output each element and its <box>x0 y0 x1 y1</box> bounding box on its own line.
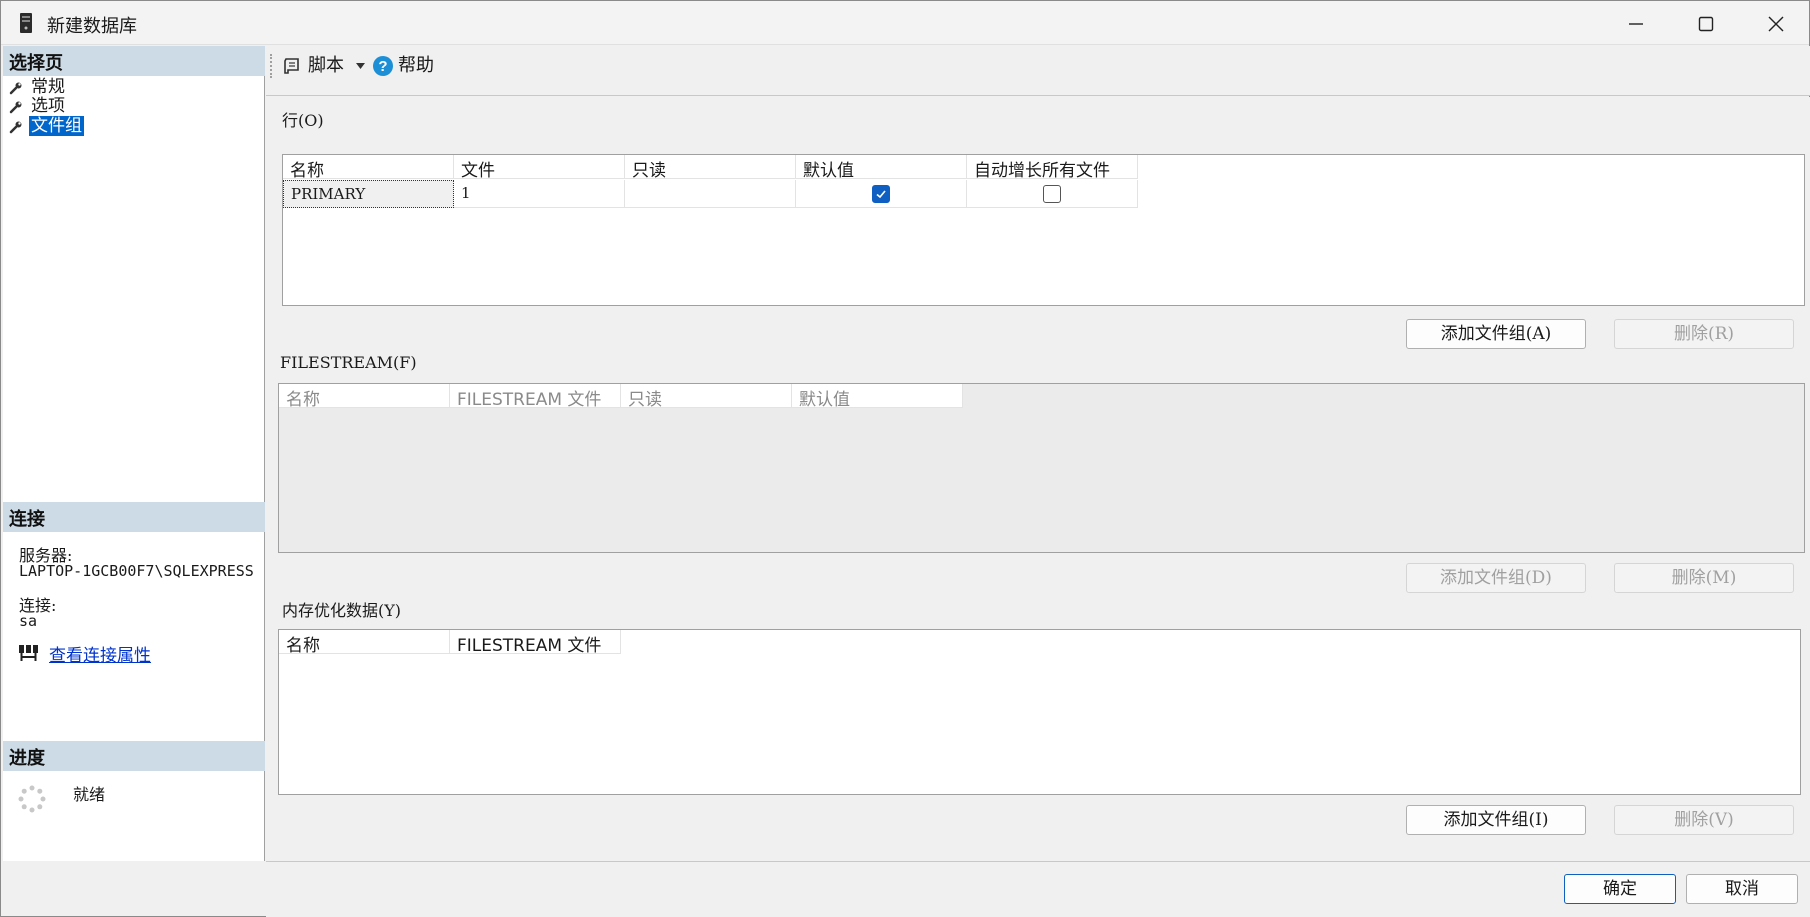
cell-readonly[interactable] <box>625 180 796 208</box>
column-header-name[interactable]: 名称 <box>283 155 454 179</box>
filestream-section-label: FILESTREAM(F) <box>280 353 417 372</box>
add-filegroup-rows-button[interactable]: 添加文件组(A) <box>1406 319 1586 349</box>
minimize-button[interactable] <box>1601 1 1671 45</box>
column-header-readonly[interactable]: 只读 <box>625 155 796 179</box>
close-icon <box>1768 16 1784 32</box>
column-header-default[interactable]: 默认值 <box>796 155 967 179</box>
toolbar: 脚本 ? 帮助 <box>266 46 1810 96</box>
wrench-icon <box>9 101 22 114</box>
page-item-label: 选项 <box>31 96 65 116</box>
remove-filegroup-filestream-button[interactable]: 删除(M) <box>1614 563 1794 593</box>
grid-header: 名称 文件 只读 默认值 自动增长所有文件 <box>283 155 1138 179</box>
svg-text:?: ? <box>378 58 387 75</box>
remove-filegroup-memory-button[interactable]: 删除(V) <box>1614 805 1794 835</box>
connection-header: 连接 <box>3 502 265 532</box>
dialog-footer: 确定 取消 <box>266 861 1810 917</box>
window-title: 新建数据库 <box>47 16 137 37</box>
cell-files[interactable]: 1 <box>454 180 625 208</box>
column-header-filestream-files[interactable]: FILESTREAM 文件 <box>450 384 621 408</box>
table-row[interactable]: PRIMARY 1 <box>283 180 1138 208</box>
memory-optimized-section-label: 内存优化数据(Y) <box>282 601 402 620</box>
connection-value: sa <box>19 612 38 630</box>
column-header-readonly[interactable]: 只读 <box>621 384 792 408</box>
column-header-filestream-files[interactable]: FILESTREAM 文件 <box>450 630 621 654</box>
script-icon <box>284 58 299 74</box>
script-button[interactable]: 脚本 <box>282 52 372 80</box>
progress-header: 进度 <box>3 741 265 771</box>
help-button[interactable]: ? 帮助 <box>372 52 442 80</box>
cell-default <box>796 180 967 208</box>
rows-filegroup-grid[interactable]: 名称 文件 只读 默认值 自动增长所有文件 PRIMARY 1 <box>282 154 1805 306</box>
grid-header: 名称 FILESTREAM 文件 只读 默认值 <box>279 384 963 408</box>
default-checkbox[interactable] <box>872 185 890 203</box>
server-value: LAPTOP-1GCB00F7\SQLEXPRESS <box>19 562 254 580</box>
grid-header: 名称 FILESTREAM 文件 <box>279 630 621 654</box>
view-connection-properties-link[interactable]: 查看连接属性 <box>49 641 151 666</box>
minimize-icon <box>1629 23 1643 25</box>
help-icon: ? <box>373 56 393 76</box>
autogrow-checkbox[interactable] <box>1043 185 1061 203</box>
filestream-filegroup-grid[interactable]: 名称 FILESTREAM 文件 只读 默认值 <box>278 383 1805 553</box>
filegroups-page: 行(O) 名称 文件 只读 默认值 自动增长所有文件 PRIMARY 1 添加文… <box>266 97 1810 861</box>
column-header-name[interactable]: 名称 <box>279 384 450 408</box>
column-header-name[interactable]: 名称 <box>279 630 450 654</box>
memory-optimized-filegroup-grid[interactable]: 名称 FILESTREAM 文件 <box>278 629 1801 795</box>
add-filegroup-memory-button[interactable]: 添加文件组(I) <box>1406 805 1586 835</box>
add-filegroup-filestream-button[interactable]: 添加文件组(D) <box>1406 563 1586 593</box>
cell-name[interactable]: PRIMARY <box>283 180 454 208</box>
maximize-icon <box>1698 16 1714 32</box>
page-item-label: 文件组 <box>29 116 84 136</box>
page-item-label: 常规 <box>31 77 65 97</box>
cell-autogrow <box>967 180 1138 208</box>
column-header-default[interactable]: 默认值 <box>792 384 963 408</box>
progress-status: 就绪 <box>73 785 106 804</box>
script-label: 脚本 <box>308 55 344 76</box>
rows-section-label: 行(O) <box>282 111 324 130</box>
new-database-dialog: 新建数据库 选择页 常规 选项 文件组 连接 服务器: LAPTOP-1GCB0… <box>0 0 1810 917</box>
column-header-files[interactable]: 文件 <box>454 155 625 179</box>
wrench-icon <box>9 121 22 134</box>
maximize-button[interactable] <box>1671 1 1741 45</box>
ok-button[interactable]: 确定 <box>1564 874 1676 904</box>
select-page-header: 选择页 <box>3 46 265 76</box>
left-panel: 选择页 常规 选项 文件组 连接 服务器: LAPTOP-1GCB00F7\SQ… <box>3 46 265 861</box>
help-label: 帮助 <box>398 55 434 76</box>
cancel-button[interactable]: 取消 <box>1686 874 1798 904</box>
column-header-autogrow[interactable]: 自动增长所有文件 <box>967 155 1138 179</box>
close-button[interactable] <box>1741 1 1810 45</box>
progress-spinner-icon <box>18 785 46 813</box>
check-icon <box>876 190 886 199</box>
server-icon <box>20 13 32 33</box>
connection-properties-icon <box>19 645 38 661</box>
title-bar: 新建数据库 <box>1 1 1809 45</box>
remove-filegroup-rows-button[interactable]: 删除(R) <box>1614 319 1794 349</box>
view-connection-properties-link-text: 查看连接属性 <box>49 646 151 666</box>
toolbar-grip <box>270 54 273 78</box>
chevron-down-icon <box>356 63 365 69</box>
wrench-icon <box>9 82 22 95</box>
